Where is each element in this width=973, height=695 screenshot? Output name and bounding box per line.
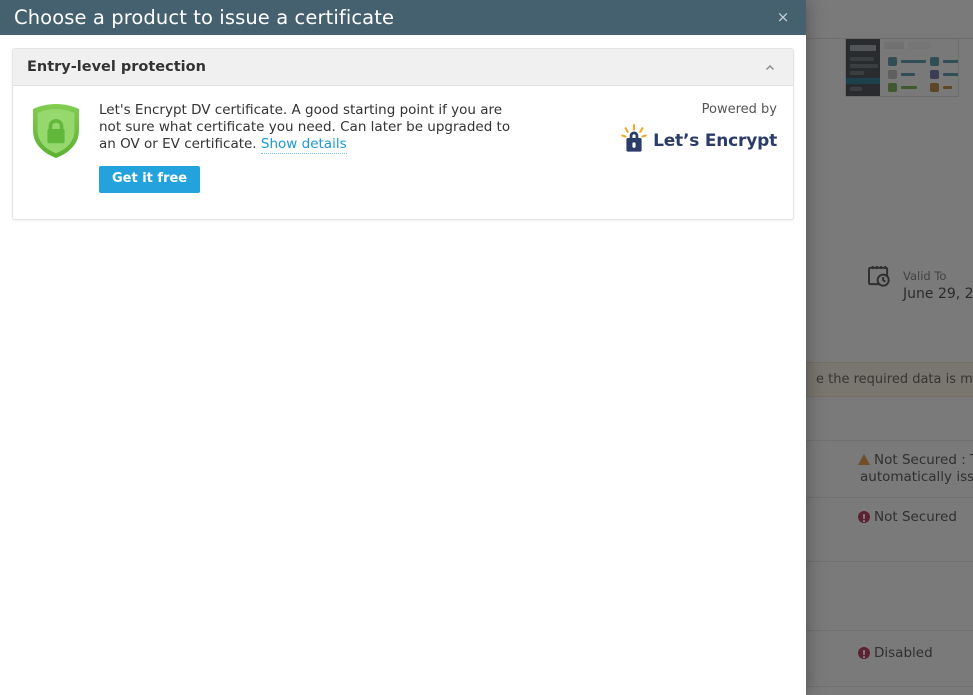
product-card-header[interactable]: Entry-level protection (13, 49, 793, 86)
lets-encrypt-lock-icon (621, 124, 647, 158)
modal-title: Choose a product to issue a certificate (14, 5, 395, 29)
shield-lock-icon (29, 100, 87, 164)
product-card-body: Let's Encrypt DV certificate. A good sta… (13, 86, 793, 219)
product-card-title: Entry-level protection (27, 59, 206, 75)
chevron-up-icon[interactable] (763, 60, 777, 74)
modal-header: Choose a product to issue a certificate … (0, 0, 806, 35)
show-details-link[interactable]: Show details (260, 136, 347, 154)
powered-by-column: Powered by Let’s Encrypt (602, 100, 777, 158)
lets-encrypt-logo: Let’s Encrypt (602, 124, 777, 158)
get-it-free-button[interactable]: Get it free (99, 166, 201, 194)
modal-body: Entry-level protection Let's Encrypt DV … (0, 35, 806, 695)
product-description-column: Let's Encrypt DV certificate. A good sta… (87, 100, 602, 194)
lets-encrypt-wordmark: Let’s Encrypt (653, 130, 777, 151)
product-card-entry-level: Entry-level protection Let's Encrypt DV … (12, 48, 794, 221)
product-description: Let's Encrypt DV certificate. A good sta… (99, 102, 519, 154)
powered-by-label: Powered by (701, 102, 777, 117)
close-icon[interactable]: × (774, 9, 792, 27)
choose-product-modal: Choose a product to issue a certificate … (0, 0, 806, 695)
